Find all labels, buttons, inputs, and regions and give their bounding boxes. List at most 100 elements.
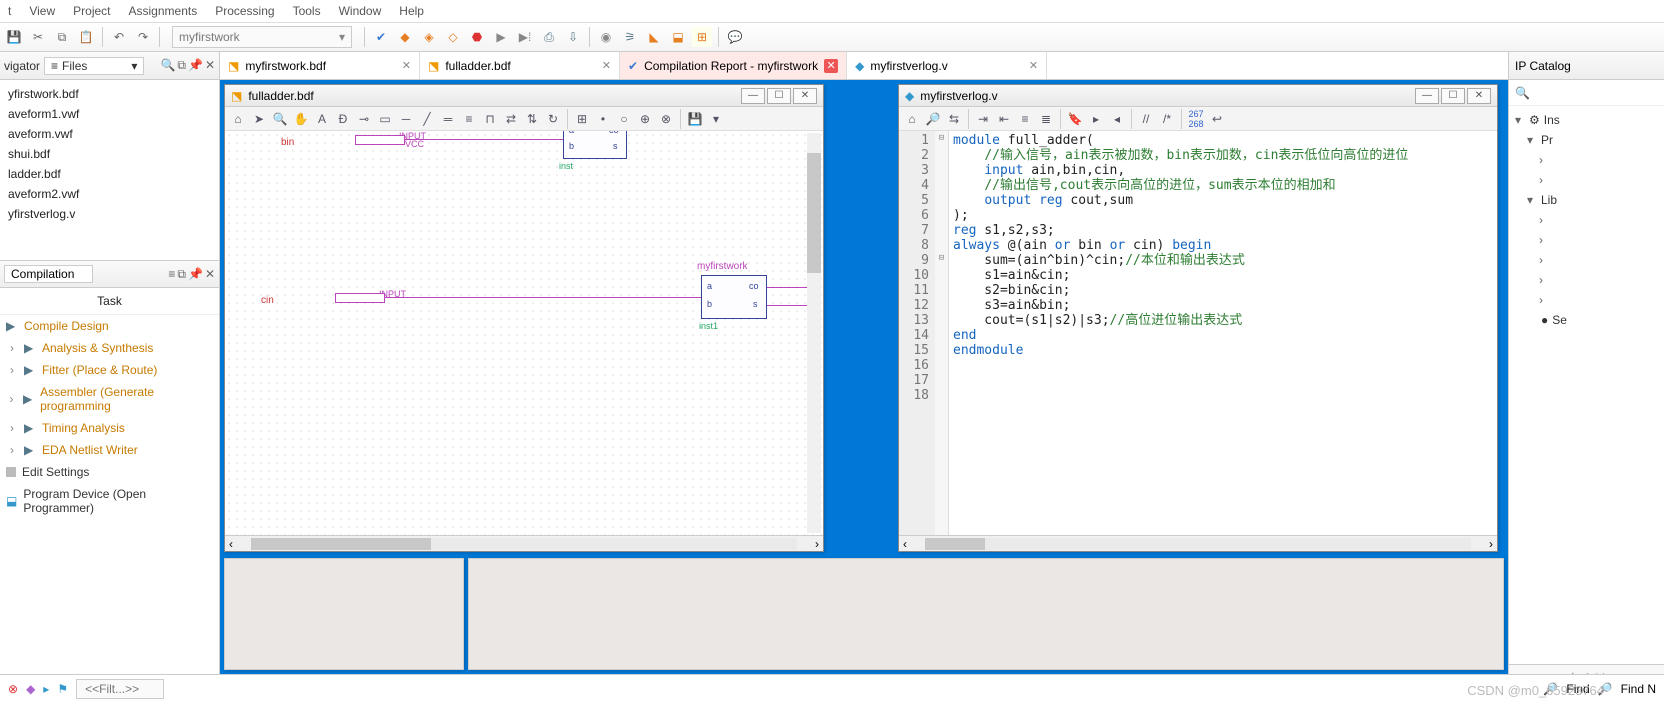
minimize-icon[interactable]: — — [1415, 88, 1439, 104]
ip-tree-node[interactable]: › — [1515, 290, 1658, 310]
outdent2-icon[interactable]: ≣ — [1037, 110, 1055, 128]
rect-icon[interactable]: ▭ — [376, 110, 394, 128]
conduit-icon[interactable]: ≡ — [460, 110, 478, 128]
file-item[interactable]: yfirstwork.bdf — [0, 84, 219, 104]
node3-icon[interactable]: ⊕ — [636, 110, 654, 128]
status-icon-err[interactable]: ⊗ — [8, 682, 18, 696]
paste-icon[interactable]: 📋 — [76, 27, 96, 47]
ip-tree-node[interactable]: ▾Pr — [1515, 130, 1658, 150]
document-tab[interactable]: ⬔myfirstwork.bdf✕ — [220, 52, 420, 79]
ip-tree-node[interactable]: › — [1515, 270, 1658, 290]
h-scrollbar[interactable]: ‹ › — [225, 535, 823, 551]
document-tab[interactable]: ◆myfirstverlog.v✕ — [847, 52, 1047, 79]
panel-opts-icon[interactable]: ⧉ — [177, 58, 186, 73]
ip-tree-node[interactable]: › — [1515, 170, 1658, 190]
menu-item[interactable]: Tools — [293, 4, 321, 18]
pointer-icon[interactable]: ➤ — [250, 110, 268, 128]
file-item[interactable]: aveform1.vwf — [0, 104, 219, 124]
task-item[interactable]: ⬓Program Device (Open Programmer) — [0, 483, 219, 519]
help-icon[interactable]: 💬 — [725, 27, 745, 47]
ip-tree-node[interactable]: › — [1515, 210, 1658, 230]
comp-opt1-icon[interactable]: ≡ — [168, 267, 175, 282]
line-h-icon[interactable]: ─ — [397, 110, 415, 128]
stop-icon[interactable]: ⬣ — [467, 27, 487, 47]
more-icon[interactable]: ▾ — [707, 110, 725, 128]
ip-tree-node[interactable]: › — [1515, 250, 1658, 270]
task-item[interactable]: ›▶Assembler (Generate programming — [0, 381, 219, 417]
document-tab[interactable]: ⬔fulladder.bdf✕ — [420, 52, 620, 79]
play-sub-icon[interactable]: ▶⁞ — [515, 27, 535, 47]
close-tab-icon[interactable]: ✕ — [402, 59, 411, 72]
status-filter-dropdown[interactable]: <<Filt...>> — [76, 679, 164, 699]
menu-item[interactable]: Help — [399, 4, 424, 18]
close-tab-icon[interactable]: ✕ — [824, 59, 838, 73]
close-icon[interactable]: ✕ — [793, 88, 817, 104]
ip-tree-node[interactable]: › — [1515, 230, 1658, 250]
menu-item[interactable]: t — [8, 4, 11, 18]
task-item[interactable]: Edit Settings — [0, 461, 219, 483]
schematic-titlebar[interactable]: ⬔ fulladder.bdf — ☐ ✕ — [225, 85, 823, 107]
home2-icon[interactable]: ⌂ — [903, 110, 921, 128]
download-icon[interactable]: ⇩ — [563, 27, 583, 47]
cut-icon[interactable]: ✂ — [28, 27, 48, 47]
fitter-icon[interactable]: ◈ — [419, 27, 439, 47]
comp-pin-icon[interactable]: 📌 — [188, 267, 203, 282]
navigator-mode-dropdown[interactable]: ≡ Files ▾ — [44, 57, 144, 75]
file-item[interactable]: aveform.vwf — [0, 124, 219, 144]
node2-icon[interactable]: ○ — [615, 110, 633, 128]
timing-icon[interactable]: ◇ — [443, 27, 463, 47]
report-icon[interactable]: ⎙ — [539, 27, 559, 47]
pin-cin[interactable] — [335, 293, 385, 303]
status-icon-flag[interactable]: ⚑ — [57, 682, 68, 696]
uncomment-icon[interactable]: /* — [1158, 110, 1176, 128]
text-icon[interactable]: A — [313, 110, 331, 128]
zoom-icon[interactable]: 🔍 — [271, 110, 289, 128]
bm-prev-icon[interactable]: ◂ — [1108, 110, 1126, 128]
search-icon[interactable]: 🔍 — [160, 58, 175, 73]
flip-v-icon[interactable]: ⇅ — [523, 110, 541, 128]
code-text[interactable]: module full_adder( //输入信号，ain表示被加数，bin表示… — [949, 131, 1497, 535]
pin-panel-icon[interactable]: 📌 — [188, 58, 203, 73]
hand-icon[interactable]: ✋ — [292, 110, 310, 128]
comp-close-icon[interactable]: ✕ — [205, 267, 215, 282]
rotate-icon[interactable]: ↻ — [544, 110, 562, 128]
menu-item[interactable]: Processing — [215, 4, 274, 18]
menu-item[interactable]: Assignments — [129, 4, 198, 18]
pin-bin[interactable] — [355, 135, 405, 145]
indent2-icon[interactable]: ≡ — [1016, 110, 1034, 128]
close-panel-icon[interactable]: ✕ — [205, 58, 215, 73]
flip-h-icon[interactable]: ⇄ — [502, 110, 520, 128]
file-item[interactable]: yfirstverlog.v — [0, 204, 219, 224]
document-tab[interactable]: ✔Compilation Report - myfirstwork✕ — [620, 52, 847, 79]
wrap-icon[interactable]: ↩ — [1208, 110, 1226, 128]
fold-gutter[interactable]: ⊟ ⊟ — [935, 131, 949, 535]
outdent-icon[interactable]: ⇤ — [995, 110, 1013, 128]
menu-item[interactable]: Window — [339, 4, 382, 18]
copy-icon[interactable]: ⧉ — [52, 27, 72, 47]
nums-icon[interactable]: 267268 — [1187, 110, 1205, 128]
file-item[interactable]: shui.bdf — [0, 144, 219, 164]
undo-icon[interactable]: ↶ — [109, 27, 129, 47]
menu-item[interactable]: Project — [73, 4, 110, 18]
ip-tree-node[interactable]: ▾⚙Ins — [1515, 110, 1658, 130]
bus-icon[interactable]: ═ — [439, 110, 457, 128]
close-tab-icon[interactable]: ✕ — [1029, 59, 1038, 72]
play-icon[interactable]: ▶ — [491, 27, 511, 47]
ip-tree-node[interactable]: › — [1515, 150, 1658, 170]
save-bdf-icon[interactable]: 💾 — [686, 110, 704, 128]
bm-next-icon[interactable]: ▸ — [1087, 110, 1105, 128]
menu-item[interactable]: View — [29, 4, 55, 18]
h-scrollbar-code[interactable]: ‹ › — [899, 535, 1497, 551]
tool2-icon[interactable]: ⊞ — [692, 27, 712, 47]
close-tab-icon[interactable]: ✕ — [602, 59, 611, 72]
task-item[interactable]: ›▶Timing Analysis — [0, 417, 219, 439]
comment-icon[interactable]: // — [1137, 110, 1155, 128]
code-editor[interactable]: 123456789101112131415161718 ⊟ ⊟ module f… — [899, 131, 1497, 535]
close-icon[interactable]: ✕ — [1467, 88, 1491, 104]
node1-icon[interactable]: • — [594, 110, 612, 128]
file-item[interactable]: ladder.bdf — [0, 164, 219, 184]
line-d-icon[interactable]: ╱ — [418, 110, 436, 128]
bookmark-icon[interactable]: 🔖 — [1066, 110, 1084, 128]
verilog-titlebar[interactable]: ◆ myfirstverlog.v — ☐ ✕ — [899, 85, 1497, 107]
project-selector[interactable]: myfirstwork — [172, 26, 352, 48]
